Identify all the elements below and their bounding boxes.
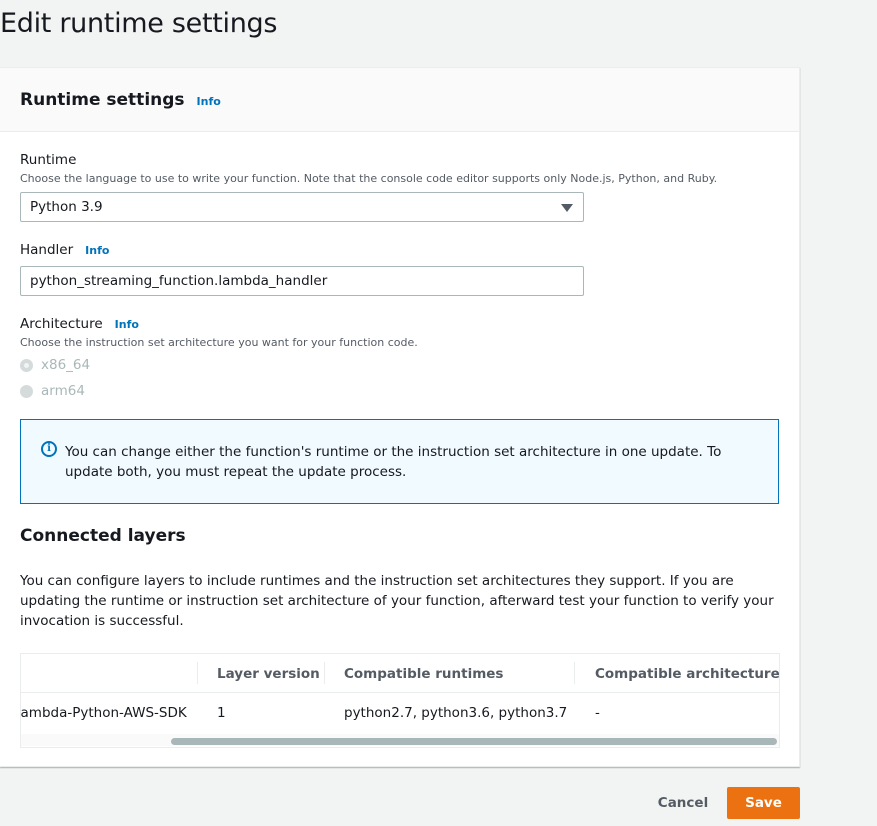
connected-layers-description: You can configure layers to include runt… (20, 573, 774, 629)
cell-layer-name: Lambda-Python-AWS-SDK (20, 705, 187, 721)
panel-title: Runtime settings Info (20, 90, 221, 110)
info-circle-icon: i (41, 441, 57, 457)
column-header-compatible-runtimes[interactable]: Compatible runtimes (344, 666, 503, 682)
architecture-option-label: x86_64 (41, 357, 91, 373)
runtime-select[interactable]: Python 3.9 (20, 192, 584, 222)
architecture-label-text: Architecture (20, 316, 103, 332)
runtime-settings-panel: Runtime settings Info Runtime Choose the … (0, 67, 800, 767)
column-divider (574, 662, 575, 684)
layers-table: Layer version Compatible runtimes Compat… (20, 653, 780, 748)
alert-text: You can change either the function's run… (65, 444, 722, 480)
handler-label: Handler Info (20, 242, 109, 258)
radio-checked-icon[interactable] (20, 359, 33, 372)
cell-layer-version: 1 (217, 705, 226, 721)
cancel-button[interactable]: Cancel (650, 788, 716, 818)
panel-title-text: Runtime settings (20, 90, 185, 110)
runtime-select-value: Python 3.9 (30, 199, 103, 215)
scrollbar-thumb[interactable] (171, 738, 777, 745)
panel-header: Runtime settings Info (0, 68, 799, 132)
column-divider (324, 662, 325, 684)
save-button[interactable]: Save (727, 787, 800, 819)
column-header-compatible-architectures[interactable]: Compatible architectures (595, 666, 779, 682)
header-divider (21, 692, 779, 693)
architecture-description: Choose the instruction set architecture … (20, 336, 418, 349)
cell-compatible-runtimes: python2.7, python3.6, python3.7 (344, 705, 568, 721)
architecture-info-link[interactable]: Info (115, 318, 139, 331)
page-title: Edit runtime settings (0, 8, 278, 39)
architecture-label: Architecture Info (20, 316, 139, 332)
runtime-settings-info-link[interactable]: Info (197, 95, 221, 108)
radio-unchecked-icon[interactable] (20, 385, 33, 398)
connected-layers-title: Connected layers (20, 526, 186, 546)
handler-label-text: Handler (20, 242, 74, 258)
cell-compatible-architectures: - (595, 705, 600, 721)
horizontal-scrollbar[interactable] (21, 734, 779, 746)
caret-down-icon (561, 204, 573, 212)
column-divider (197, 662, 198, 684)
column-header-layer-version[interactable]: Layer version (217, 666, 320, 682)
architecture-option-label: arm64 (41, 383, 85, 399)
handler-input[interactable] (20, 266, 584, 296)
runtime-description: Choose the language to use to write your… (20, 172, 718, 185)
handler-info-link[interactable]: Info (85, 244, 109, 257)
runtime-label: Runtime (20, 152, 77, 168)
info-alert: i You can change either the function's r… (20, 419, 779, 504)
